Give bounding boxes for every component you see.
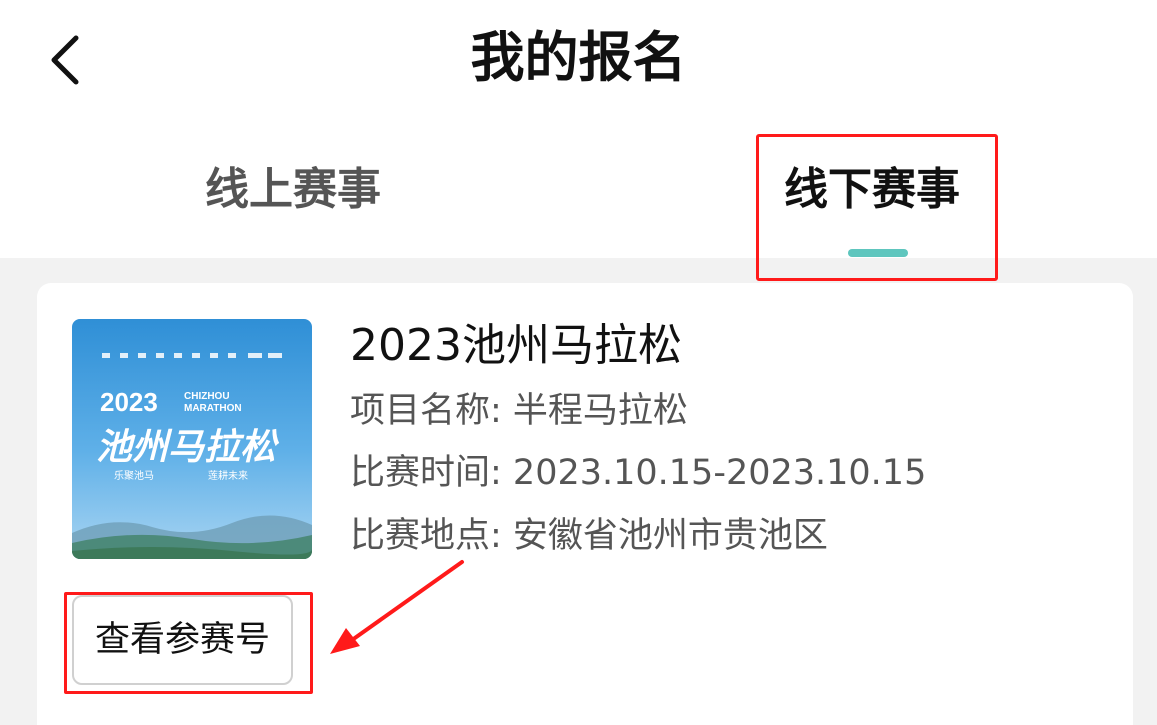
time-label: 比赛时间: xyxy=(350,453,513,493)
event-project-row: 项目名称: 半程马拉松 xyxy=(350,388,688,434)
tab-offline-events[interactable]: 线下赛事 xyxy=(784,160,960,220)
project-label: 项目名称: xyxy=(350,391,513,431)
page-title: 我的报名 xyxy=(470,26,687,89)
poster-cn-title: 池州马拉松 xyxy=(96,427,280,468)
event-title: 2023池州马拉松 xyxy=(350,320,682,371)
place-value: 安徽省池州市贵池区 xyxy=(512,516,828,556)
poster-image: 2023 CHIZHOU MARATHON 池州马拉松 乐聚池马 莲耕未来 xyxy=(72,319,312,559)
view-bib-number-button[interactable]: 查看参赛号 xyxy=(72,595,293,685)
active-tab-indicator xyxy=(848,249,908,257)
place-label: 比赛地点: xyxy=(350,516,513,556)
project-value: 半程马拉松 xyxy=(512,391,688,431)
event-place-row: 比赛地点: 安徽省池州市贵池区 xyxy=(350,513,828,559)
poster-en-line2: MARATHON xyxy=(184,403,242,414)
event-poster[interactable]: 2023 CHIZHOU MARATHON 池州马拉松 乐聚池马 莲耕未来 xyxy=(72,319,312,559)
poster-slogan-left: 乐聚池马 xyxy=(114,469,154,482)
tab-online-events[interactable]: 线上赛事 xyxy=(205,160,381,220)
header-area: 我的报名 线上赛事 线下赛事 xyxy=(0,0,1157,258)
poster-en-line1: CHIZHOU xyxy=(184,391,230,402)
time-value: 2023.10.15-2023.10.15 xyxy=(512,453,927,493)
poster-slogan-right: 莲耕未来 xyxy=(208,469,248,482)
my-registrations-screen: 我的报名 线上赛事 线下赛事 2023 CHIZHOU MARATHON 池州马… xyxy=(0,0,1157,725)
poster-year: 2023 xyxy=(100,387,158,417)
event-time-row: 比赛时间: 2023.10.15-2023.10.15 xyxy=(350,450,926,496)
